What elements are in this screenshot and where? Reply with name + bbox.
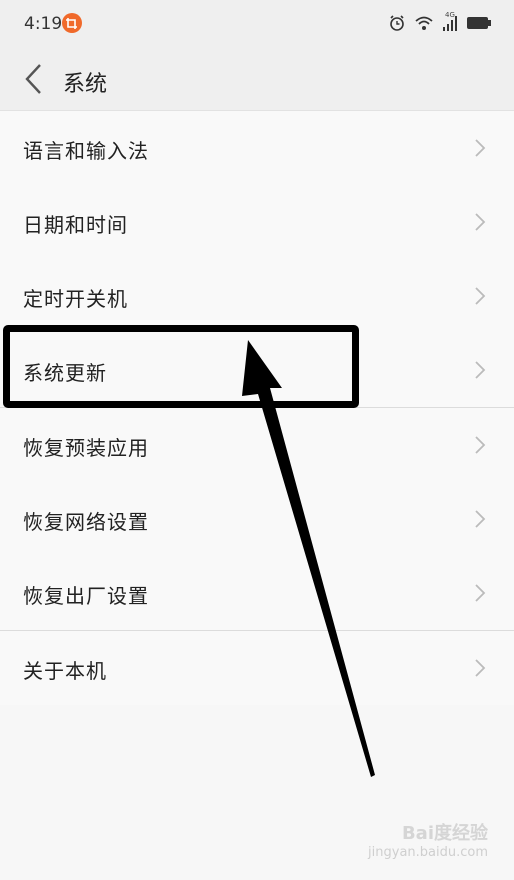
watermark-brand: Bai度经验 — [401, 823, 488, 844]
annotation-arrow-icon — [242, 340, 375, 777]
watermark: Bai度经验 jingyan.baidu.com — [368, 819, 488, 860]
watermark-url: jingyan.baidu.com — [368, 845, 488, 860]
